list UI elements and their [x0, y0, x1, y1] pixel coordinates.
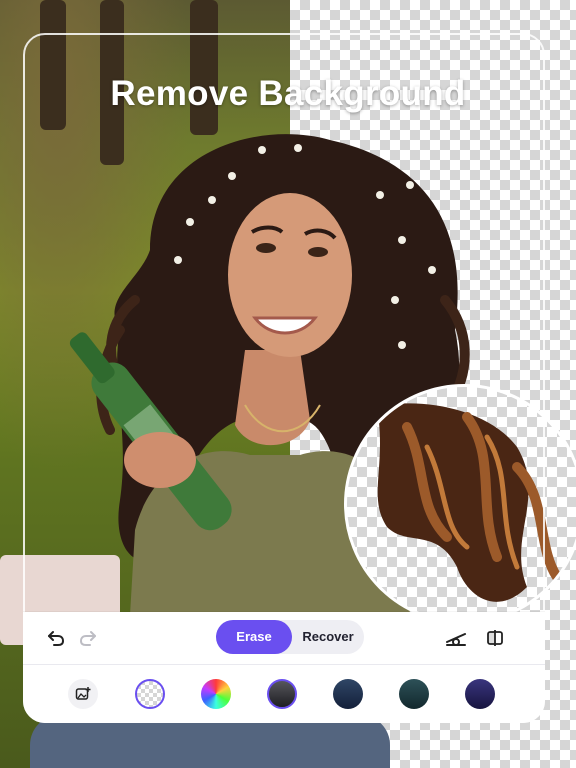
- redo-button[interactable]: [73, 623, 103, 653]
- recover-button[interactable]: Recover: [292, 620, 364, 654]
- undo-arrow-icon: [48, 631, 65, 646]
- indigo-swatch[interactable]: [465, 679, 495, 709]
- compare-split-icon: [487, 630, 503, 646]
- background-options: [23, 665, 545, 723]
- transparent-swatch[interactable]: [135, 679, 165, 709]
- headline: Remove Background: [110, 74, 466, 113]
- navy-swatch[interactable]: [333, 679, 363, 709]
- brush-size-icon: [446, 633, 466, 646]
- redo-arrow-icon: [79, 631, 96, 646]
- color-wheel-swatch[interactable]: [201, 679, 231, 709]
- add-photo-icon: [75, 687, 91, 700]
- teal-swatch[interactable]: [399, 679, 429, 709]
- mode-switch: Erase Recover: [216, 620, 364, 654]
- editor-tool-panel: Erase Recover: [23, 612, 545, 723]
- erase-button[interactable]: Erase: [216, 620, 292, 654]
- brush-settings-button[interactable]: [441, 623, 471, 653]
- add-background-image-button[interactable]: [68, 679, 98, 709]
- tool-row: Erase Recover: [23, 612, 545, 664]
- undo-button[interactable]: [41, 623, 71, 653]
- charcoal-swatch[interactable]: [267, 679, 297, 709]
- compare-button[interactable]: [480, 623, 510, 653]
